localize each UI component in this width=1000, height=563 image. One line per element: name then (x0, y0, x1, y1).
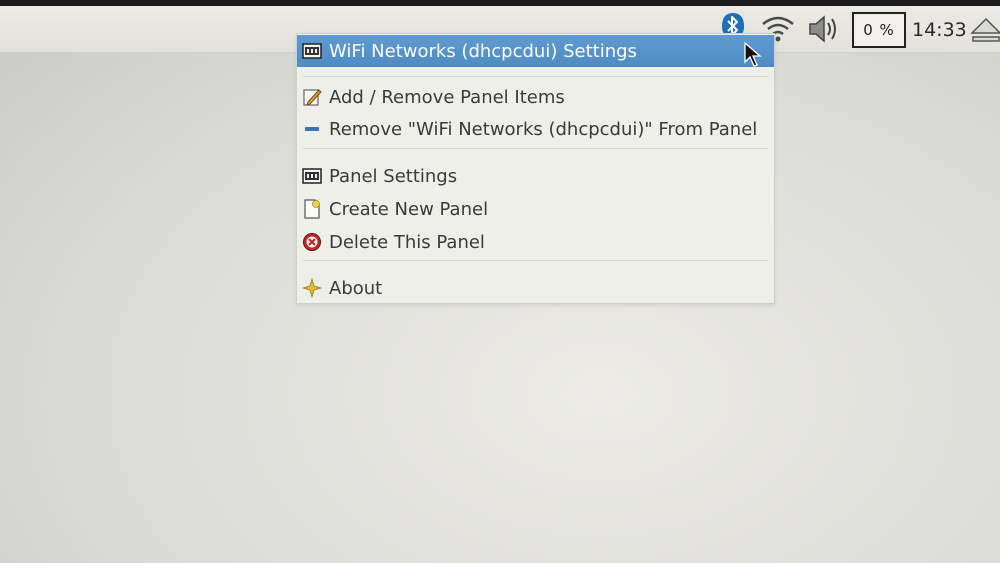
panel-context-menu: WiFi Networks (dhcpcdui) Settings Add / … (296, 33, 775, 304)
menu-item-label: Delete This Panel (329, 231, 485, 253)
volume-icon[interactable] (804, 12, 840, 46)
clock[interactable]: 14:33 (912, 19, 967, 41)
menu-item-about[interactable]: About (297, 273, 774, 303)
menu-item-label: About (329, 277, 383, 299)
menu-separator (303, 260, 768, 261)
menu-item-delete-this-panel[interactable]: Delete This Panel (297, 227, 774, 257)
about-star-icon (302, 278, 322, 298)
menu-separator (303, 148, 768, 149)
menu-item-label: Add / Remove Panel Items (329, 86, 565, 108)
menu-item-panel-settings[interactable]: Panel Settings (297, 161, 774, 191)
panel-settings-icon (302, 168, 322, 184)
menu-item-label: WiFi Networks (dhcpcdui) Settings (329, 40, 637, 62)
menu-item-add-remove-panel-items[interactable]: Add / Remove Panel Items (297, 82, 774, 112)
edit-icon (303, 89, 322, 106)
delete-icon (303, 233, 321, 251)
remove-icon (305, 127, 319, 131)
menu-item-remove-from-panel[interactable]: Remove "WiFi Networks (dhcpcdui)" From P… (297, 114, 774, 144)
new-document-icon (304, 199, 320, 219)
eject-icon[interactable] (970, 16, 1000, 44)
menu-item-plugin-settings[interactable]: WiFi Networks (dhcpcdui) Settings (297, 35, 774, 67)
panel-settings-icon (302, 43, 322, 59)
menu-item-label: Remove "WiFi Networks (dhcpcdui)" From P… (329, 118, 758, 140)
cpu-monitor[interactable]: 0 % (852, 12, 906, 48)
cpu-monitor-value: 0 % (863, 21, 895, 39)
mouse-cursor-icon (744, 42, 762, 67)
menu-item-label: Panel Settings (329, 165, 458, 187)
menu-item-create-new-panel[interactable]: Create New Panel (297, 194, 774, 224)
menu-item-label: Create New Panel (329, 198, 489, 220)
menu-separator (303, 76, 768, 77)
